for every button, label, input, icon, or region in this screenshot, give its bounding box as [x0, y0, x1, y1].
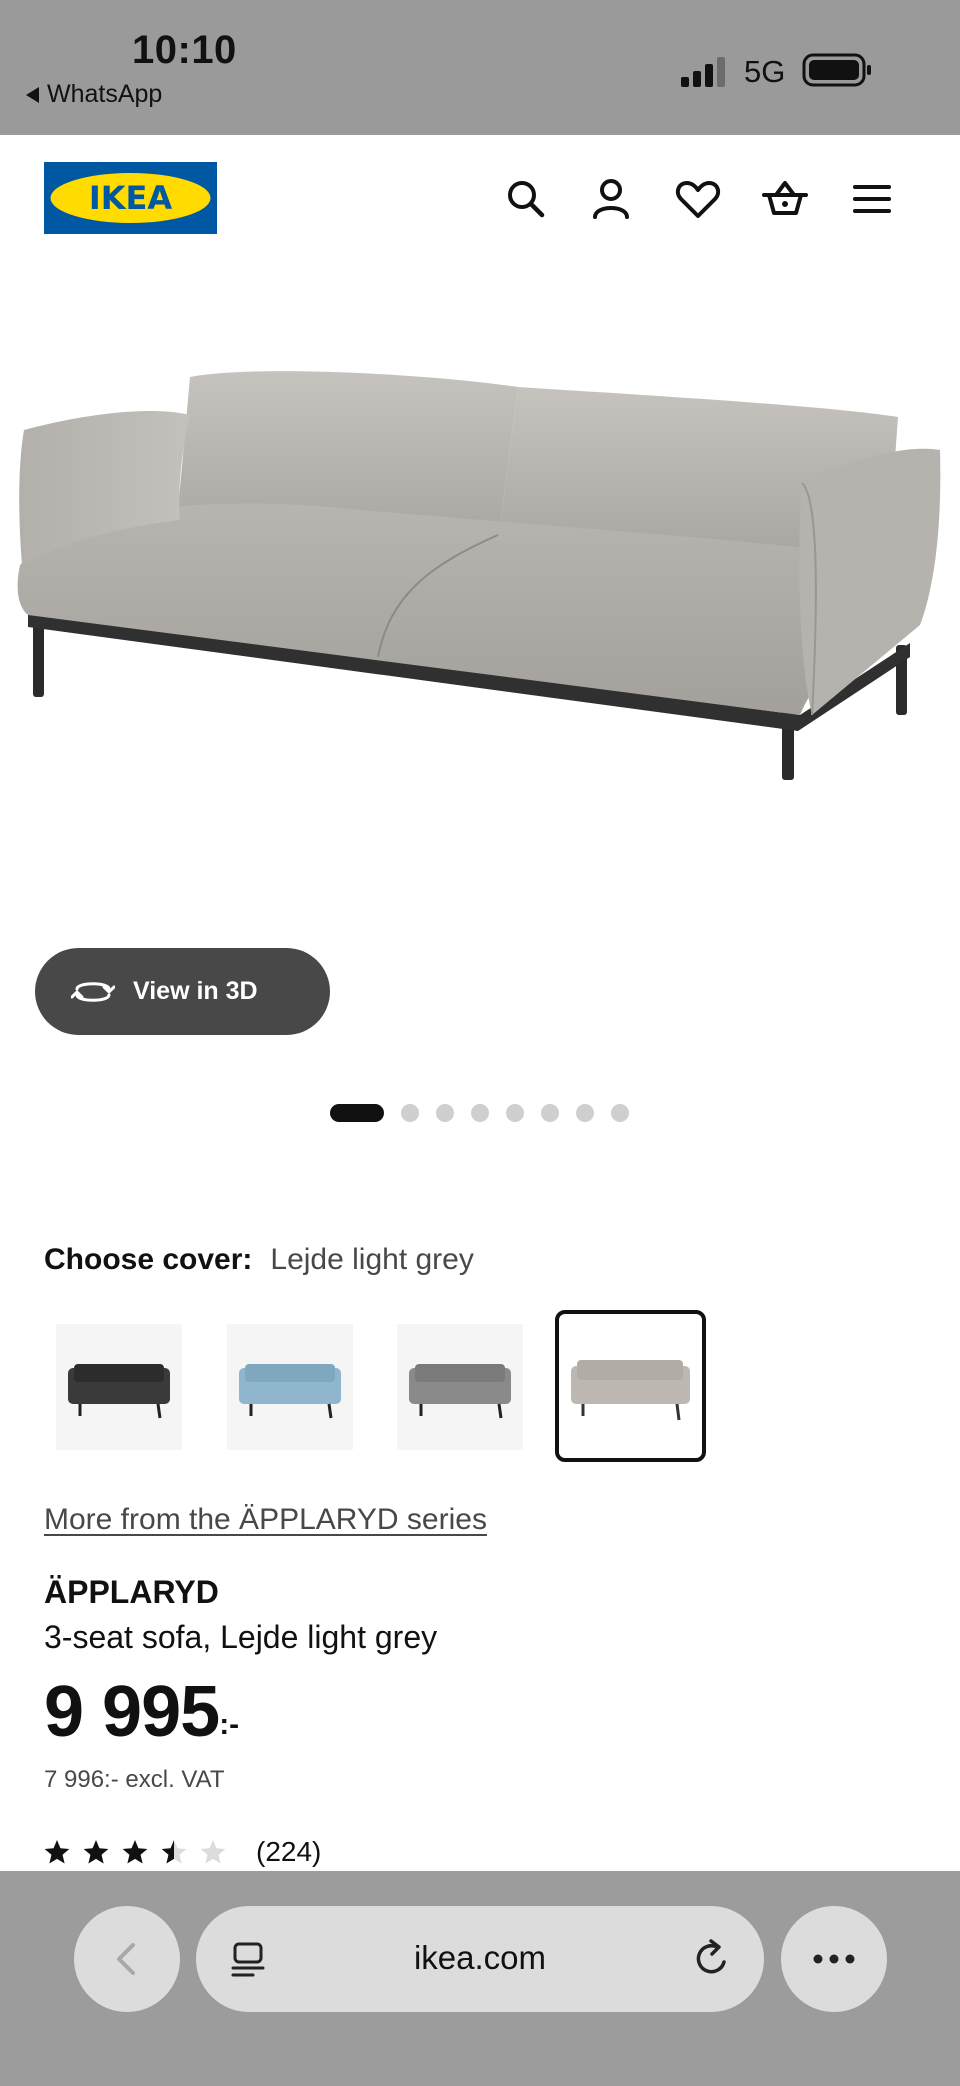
- reload-icon[interactable]: [689, 1936, 735, 1982]
- price-amount: 9 995: [44, 1672, 220, 1752]
- sofa-thumbnail: [409, 1364, 511, 1419]
- cover-option-light-blue[interactable]: [227, 1324, 353, 1450]
- carousel-dot[interactable]: [401, 1104, 419, 1122]
- review-count: (224): [256, 1836, 322, 1867]
- network-label: 5G: [744, 54, 786, 89]
- carousel-dots[interactable]: [330, 1104, 629, 1122]
- signal-bars-icon: [681, 57, 725, 87]
- browser-back-button[interactable]: [74, 1906, 180, 2012]
- cover-value: Lejde light grey: [270, 1243, 474, 1276]
- product-name: ÄPPLARYD: [44, 1574, 219, 1610]
- back-app-label: WhatsApp: [47, 80, 163, 108]
- cover-option-dark-grey[interactable]: [56, 1324, 182, 1450]
- account-icon[interactable]: [587, 175, 635, 223]
- svg-text:IKEA: IKEA: [89, 179, 173, 217]
- url-text: ikea.com: [413, 1939, 547, 1976]
- series-link[interactable]: More from the ÄPPLARYD series: [44, 1503, 487, 1537]
- more-button[interactable]: [781, 1906, 887, 2012]
- product-image[interactable]: [0, 265, 960, 930]
- battery-icon: [802, 53, 871, 87]
- product-rating[interactable]: (224): [44, 1835, 321, 1869]
- rating-star: [83, 1840, 109, 1864]
- rating-star: [161, 1840, 187, 1864]
- rating-star: [200, 1840, 226, 1864]
- carousel-dot[interactable]: [506, 1104, 524, 1122]
- rating-star: [44, 1840, 70, 1864]
- sofa-illustration: [17, 371, 941, 780]
- heart-icon[interactable]: [674, 175, 722, 223]
- carousel-dot[interactable]: [471, 1104, 489, 1122]
- status-bar: 10:10 WhatsApp 5G: [0, 0, 960, 135]
- back-triangle-icon: [26, 86, 39, 103]
- rotate-3d-icon: [71, 981, 115, 1002]
- product-price: 9 995 :-: [44, 1672, 239, 1752]
- product-description: 3-seat sofa, Lejde light grey: [44, 1619, 438, 1655]
- carousel-dot[interactable]: [436, 1104, 454, 1122]
- more-icon: [813, 1954, 855, 1964]
- back-to-app-link[interactable]: WhatsApp: [26, 80, 162, 109]
- view-in-3d-label: View in 3D: [133, 977, 258, 1005]
- site-header: IKEA: [0, 135, 960, 265]
- sofa-thumbnail: [239, 1364, 341, 1419]
- carousel-dot[interactable]: [576, 1104, 594, 1122]
- sofa-thumbnail: [571, 1360, 690, 1421]
- carousel-dot-active[interactable]: [330, 1104, 384, 1122]
- rating-star: [122, 1840, 148, 1864]
- basket-icon[interactable]: [761, 175, 809, 223]
- price-excl-vat: 7 996:- excl. VAT: [44, 1766, 225, 1793]
- sofa-thumbnail: [68, 1364, 170, 1419]
- cover-label: Choose cover:: [44, 1243, 253, 1276]
- rating-stars: [44, 1840, 226, 1864]
- view-in-3d-button[interactable]: View in 3D: [35, 948, 330, 1035]
- menu-icon[interactable]: [848, 175, 896, 223]
- ikea-logo[interactable]: IKEA: [44, 162, 217, 234]
- price-suffix: :-: [219, 1708, 240, 1741]
- cover-swatches: [56, 1310, 756, 1462]
- cover-chooser-label: Choose cover: Lejde light grey: [44, 1243, 474, 1277]
- browser-toolbar: ikea.com: [0, 1871, 960, 2086]
- address-bar[interactable]: ikea.com: [196, 1906, 764, 2012]
- cover-option-lejde-light-grey-selected[interactable]: [555, 1310, 706, 1462]
- back-arrow-icon: [117, 1943, 135, 1975]
- status-time: 10:10: [132, 28, 237, 72]
- carousel-dot[interactable]: [541, 1104, 559, 1122]
- search-icon[interactable]: [502, 175, 550, 223]
- cover-option-grey[interactable]: [397, 1324, 523, 1450]
- carousel-dot[interactable]: [611, 1104, 629, 1122]
